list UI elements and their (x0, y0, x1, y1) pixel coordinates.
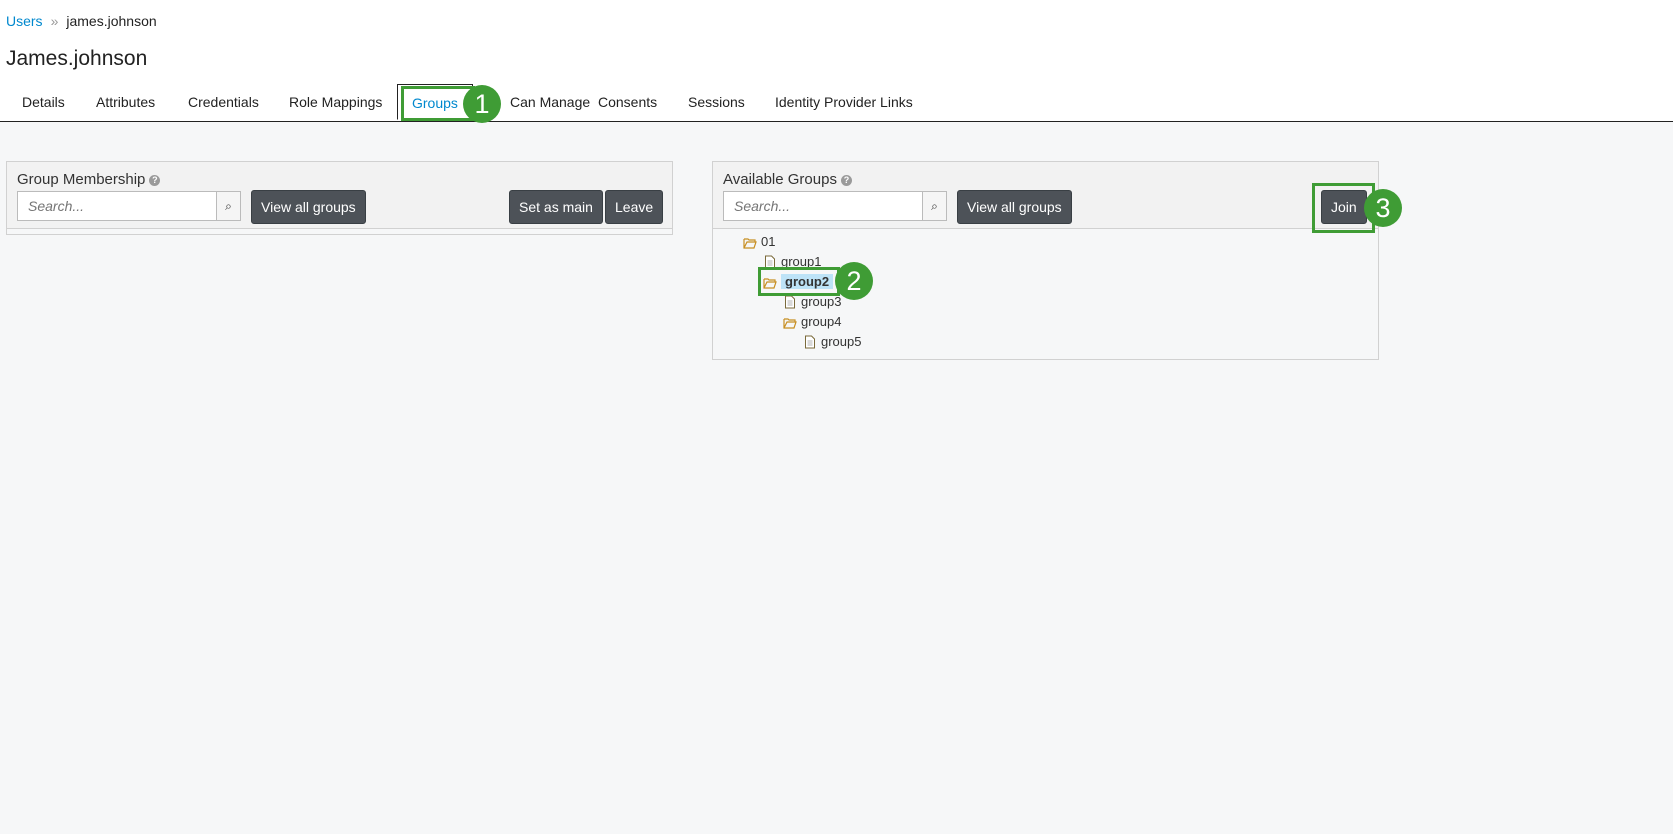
tree-item-label: group3 (801, 294, 842, 309)
callout-badge-3: 3 (1364, 189, 1402, 227)
tab-identity-provider-links[interactable]: Identity Provider Links (775, 94, 913, 110)
user-tabs: Details Attributes Credentials Role Mapp… (0, 84, 1673, 122)
group-membership-title: Group Membership? (17, 171, 161, 188)
tree-item-label: 01 (761, 234, 776, 249)
available-search-button[interactable]: ⌕ (923, 191, 947, 221)
callout-badge-1: 1 (463, 85, 501, 123)
callout-badge-2: 2 (835, 262, 873, 300)
search-icon: ⌕ (225, 199, 232, 213)
help-icon[interactable]: ? (149, 175, 161, 186)
tab-role-mappings[interactable]: Role Mappings (289, 94, 382, 110)
folder-open-icon (743, 238, 757, 249)
tree-item-label: group4 (801, 314, 842, 329)
tree-item-label: group5 (821, 334, 862, 349)
search-icon: ⌕ (931, 199, 938, 213)
page-title: James.johnson (6, 47, 148, 70)
tab-details[interactable]: Details (22, 94, 65, 110)
tab-consents[interactable]: Consents (598, 94, 657, 110)
tab-can-manage[interactable]: Can Manage (510, 94, 590, 110)
set-as-main-button[interactable]: Set as main (509, 190, 603, 224)
membership-search-button[interactable]: ⌕ (217, 191, 241, 221)
callout-highlight-2 (758, 267, 840, 296)
membership-view-all-groups-button[interactable]: View all groups (251, 190, 366, 224)
breadcrumb-users-link[interactable]: Users (6, 13, 43, 29)
tab-sessions[interactable]: Sessions (688, 94, 745, 110)
tab-credentials[interactable]: Credentials (188, 94, 259, 110)
available-search-input[interactable] (723, 191, 923, 221)
file-icon (805, 335, 815, 349)
help-icon[interactable]: ? (840, 175, 852, 186)
tree-item[interactable]: group4 (783, 314, 841, 329)
tree-item[interactable]: 01 (743, 234, 775, 249)
tree-item[interactable]: group3 (783, 294, 841, 309)
breadcrumb: Users » james.johnson (6, 13, 157, 29)
group-membership-header: Group Membership? ⌕ View all groups Set … (7, 162, 672, 229)
available-groups-header: Available Groups? ⌕ View all groups Join (713, 162, 1378, 229)
breadcrumb-separator: » (50, 13, 59, 29)
available-groups-title: Available Groups? (723, 171, 852, 188)
breadcrumb-current: james.johnson (66, 13, 157, 29)
available-groups-panel: Available Groups? ⌕ View all groups Join… (712, 161, 1379, 360)
tree-item[interactable]: group5 (803, 334, 861, 349)
file-icon (785, 295, 795, 309)
membership-search-input[interactable] (17, 191, 217, 221)
folder-open-icon (783, 318, 797, 329)
leave-button[interactable]: Leave (605, 190, 664, 224)
group-membership-panel: Group Membership? ⌕ View all groups Set … (6, 161, 673, 235)
available-view-all-groups-button[interactable]: View all groups (957, 190, 1072, 224)
tab-attributes[interactable]: Attributes (96, 94, 155, 110)
